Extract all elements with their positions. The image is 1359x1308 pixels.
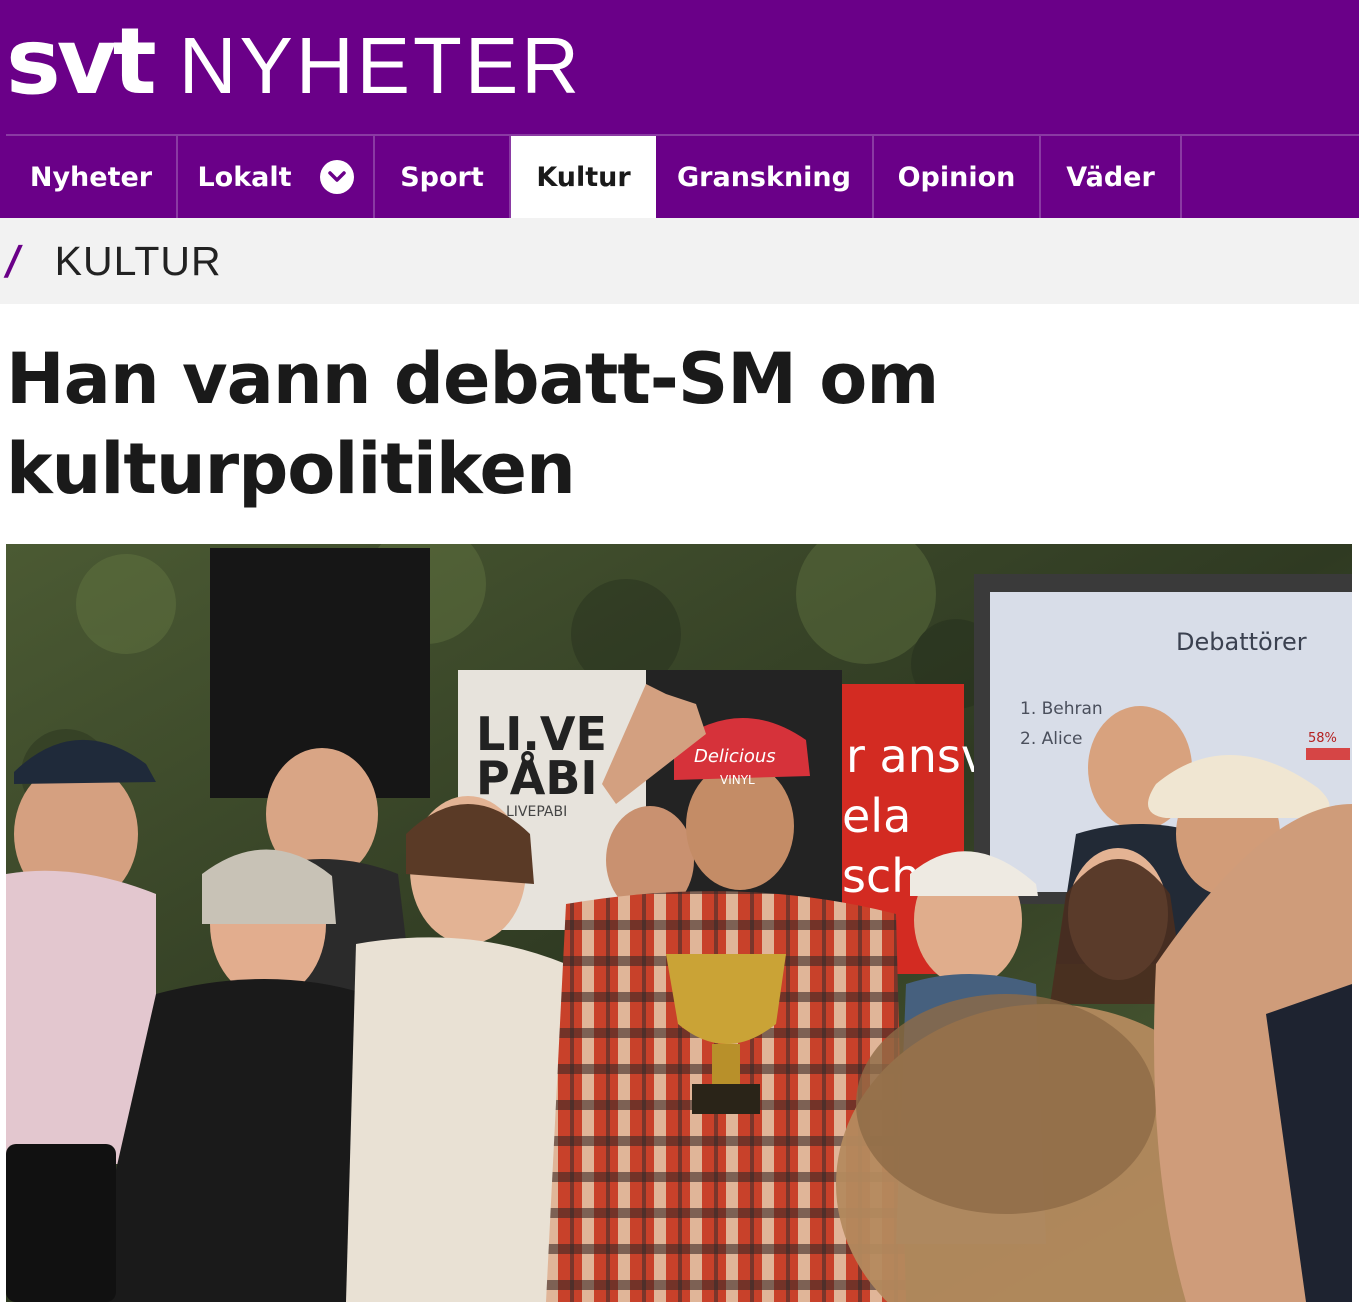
cap-text-2: VINYL [720, 773, 755, 787]
banner-text-2: PÅBI [476, 751, 598, 805]
photo-illustration: LI.VE PÅBI LIVEPABI r ansv ela sch Debat… [6, 544, 1352, 1302]
nyheter-logo-text: NYHETER [178, 21, 582, 110]
nav-item-label: Granskning [677, 161, 851, 193]
main-nav: Nyheter Lokalt Sport Kultur Granskning O… [6, 134, 1359, 218]
svt-logo-text: svt [6, 8, 157, 115]
nav-item-label: Nyheter [29, 161, 153, 193]
nav-item-label: Lokalt [197, 161, 292, 193]
nav-item-opinion[interactable]: Opinion [874, 136, 1041, 218]
nav-item-label: Kultur [536, 161, 631, 193]
article-headline: Han vann debatt-SM om kulturpolitiken [6, 334, 1306, 514]
screen-item-1: 1. Behran [1020, 699, 1103, 719]
nav-item-label: Opinion [897, 161, 1016, 193]
nav-item-label: Väder [1066, 161, 1155, 193]
nav-item-lokalt[interactable]: Lokalt [178, 136, 375, 218]
red-banner-text-2: ela [842, 789, 911, 843]
screen-percent: 58% [1308, 731, 1337, 746]
cap-text-1: Delicious [694, 746, 776, 767]
section-slash: / [2, 238, 24, 284]
site-header: svt NYHETER Nyheter Lokalt Sport Kultur … [0, 0, 1359, 218]
nav-item-vader[interactable]: Väder [1041, 136, 1182, 218]
nav-item-nyheter[interactable]: Nyheter [6, 136, 178, 218]
section-bar: / KULTUR [0, 218, 1359, 304]
article-photo[interactable]: LI.VE PÅBI LIVEPABI r ansv ela sch Debat… [6, 544, 1352, 1302]
headline-line-1: Han vann debatt-SM om [6, 338, 939, 420]
screen-item-2: 2. Alice [1020, 729, 1083, 749]
svt-nyheter-logo[interactable]: svt NYHETER [6, 2, 582, 122]
section-title[interactable]: KULTUR [55, 238, 222, 285]
red-banner-text-1: r ansv [846, 729, 988, 783]
headline-line-2: kulturpolitiken [6, 428, 576, 510]
nav-item-kultur[interactable]: Kultur [511, 136, 656, 218]
camera-icon [6, 1144, 116, 1302]
chevron-down-icon[interactable] [319, 160, 354, 194]
nav-item-granskning[interactable]: Granskning [656, 136, 874, 218]
banner-text-small: LIVEPABI [506, 804, 567, 820]
screen-title: Debattörer [1176, 628, 1307, 656]
nav-item-label: Sport [400, 161, 484, 193]
red-banner-text-3: sch [842, 849, 920, 903]
nav-item-sport[interactable]: Sport [375, 136, 511, 218]
